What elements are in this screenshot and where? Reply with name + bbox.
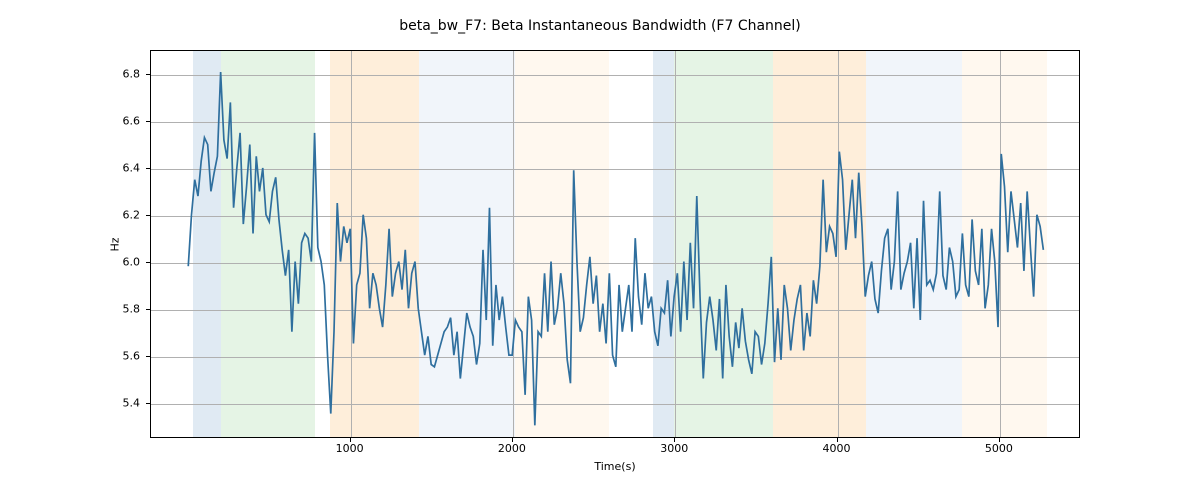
y-tick-mark	[146, 168, 150, 169]
x-axis-label: Time(s)	[150, 460, 1080, 473]
x-tick-label: 1000	[336, 442, 364, 455]
y-tick-mark	[146, 121, 150, 122]
y-tick-mark	[146, 309, 150, 310]
x-tick-label: 3000	[660, 442, 688, 455]
y-tick-mark	[146, 74, 150, 75]
y-tick-mark	[146, 403, 150, 404]
y-tick-mark	[146, 215, 150, 216]
y-tick-mark	[146, 356, 150, 357]
y-tick-label: 5.6	[123, 349, 141, 362]
x-tick-label: 4000	[823, 442, 851, 455]
y-tick-label: 6.8	[123, 67, 141, 80]
y-tick-label: 6.0	[123, 255, 141, 268]
y-axis-label: Hz	[108, 237, 121, 251]
chart-title: beta_bw_F7: Beta Instantaneous Bandwidth…	[0, 18, 1200, 34]
y-tick-label: 6.4	[123, 161, 141, 174]
y-tick-label: 6.2	[123, 208, 141, 221]
x-tick-label: 5000	[985, 442, 1013, 455]
line-series	[151, 51, 1079, 437]
x-tick-label: 2000	[498, 442, 526, 455]
plot-area	[150, 50, 1080, 438]
figure: beta_bw_F7: Beta Instantaneous Bandwidth…	[0, 0, 1200, 500]
y-tick-mark	[146, 262, 150, 263]
y-axis-label-container: Hz	[105, 50, 125, 438]
y-tick-label: 5.8	[123, 302, 141, 315]
y-tick-label: 5.4	[123, 396, 141, 409]
y-tick-label: 6.6	[123, 114, 141, 127]
